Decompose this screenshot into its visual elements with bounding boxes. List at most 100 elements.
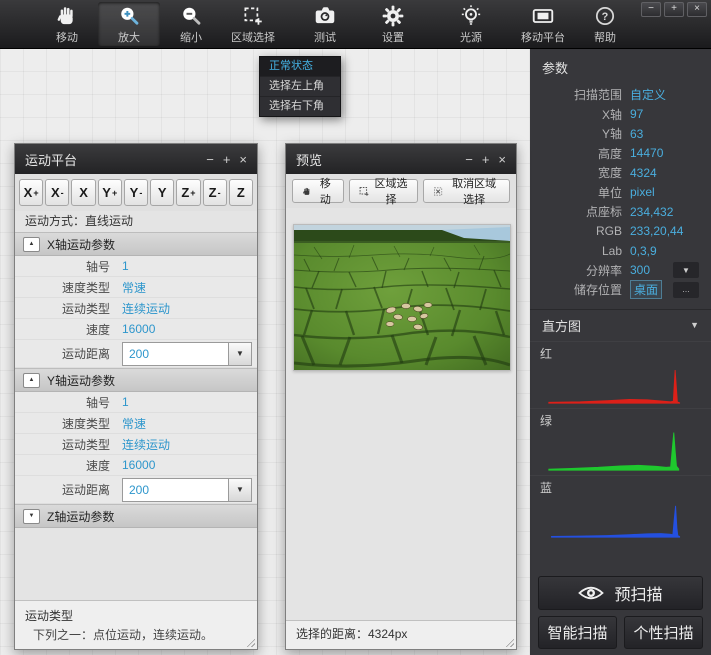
dropdown-arrow-icon[interactable]: ▼ — [673, 262, 699, 278]
param-value[interactable]: 连续运动 — [122, 300, 170, 317]
gear-icon — [381, 4, 405, 28]
camera-icon — [313, 4, 337, 28]
param-scan-range: 扫描范围自定义 — [530, 85, 711, 105]
smart-scan-button[interactable]: 智能扫描 — [538, 616, 617, 649]
param-y-axis: Y轴63 — [530, 124, 711, 144]
param-value: 14470 — [630, 146, 663, 160]
param-value: 4324 — [630, 166, 657, 180]
param-value[interactable]: 16000 — [122, 322, 155, 336]
section-title: Y轴运动参数 — [47, 372, 115, 389]
param-value: 97 — [630, 107, 643, 121]
param-rgb: RGB233,20,44 — [530, 222, 711, 242]
param-row: 轴号1 — [15, 392, 257, 413]
axis-button-y-minus[interactable]: Y- — [124, 179, 148, 206]
param-label: 高度 — [530, 145, 622, 162]
maximize-button[interactable]: + — [664, 2, 684, 17]
axis-button-y-plus[interactable]: Y+ — [98, 179, 122, 206]
minimize-button[interactable]: − — [206, 153, 214, 166]
toolbar-item-label: 光源 — [460, 29, 482, 45]
custom-scan-button[interactable]: 个性扫描 — [624, 616, 703, 649]
param-value[interactable]: 连续运动 — [122, 436, 170, 453]
param-value: pixel — [630, 185, 655, 199]
preview-cancel-region-select-button[interactable]: 取消区域选择 — [423, 179, 510, 203]
chevron-down-icon[interactable]: ▼ — [690, 320, 699, 330]
prescan-button[interactable]: 预扫描 — [538, 576, 703, 610]
param-value[interactable]: 常速 — [122, 415, 146, 432]
preview-panel-header[interactable]: 预览 −+× — [286, 144, 516, 174]
section-header-x-axis[interactable]: ▲ X轴运动参数 — [15, 232, 257, 256]
toolbar-item-help[interactable]: ?帮助 — [574, 2, 636, 46]
cancel-dark-icon — [433, 185, 443, 198]
axis-button-z-minus[interactable]: Z- — [203, 179, 227, 206]
toolbar-item-settings[interactable]: 设置 — [362, 2, 424, 46]
minimize-button[interactable]: − — [465, 153, 473, 166]
toolbar-item-moving-platform[interactable]: 移动平台 — [512, 2, 574, 46]
preview-move-button[interactable]: 移动 — [292, 179, 344, 203]
param-unit: 单位pixel — [530, 183, 711, 203]
motion-sections: ▲X轴运动参数轴号1速度类型常速运动类型连续运动速度16000运动距离200▼▲… — [15, 232, 257, 528]
histogram-red: 红 — [530, 341, 711, 408]
zoom-out-icon — [179, 4, 203, 28]
collapse-icon[interactable]: ▲ — [23, 237, 40, 252]
preview-region-select-button[interactable]: 区域选择 — [349, 179, 418, 203]
params-title: 参数 — [530, 48, 711, 81]
param-value[interactable]: 常速 — [122, 279, 146, 296]
param-value[interactable]: 16000 — [122, 458, 155, 472]
axis-button-y[interactable]: Y — [150, 179, 174, 206]
section-header-y-axis[interactable]: ▲ Y轴运动参数 — [15, 368, 257, 392]
main-toolbar: 移动放大缩小区域选择测试设置 光源 移动平台?帮助 — [0, 0, 711, 49]
toolbar-item-light-source[interactable]: 光源 — [440, 2, 502, 46]
hand-dark-icon — [302, 185, 312, 198]
axis-button-x[interactable]: X — [71, 179, 95, 206]
menu-item-normal-state[interactable]: 正常状态 — [260, 57, 340, 77]
toolbar-items: 移动放大缩小区域选择测试设置 光源 移动平台?帮助 — [0, 0, 711, 48]
param-save-location: 储存位置桌面… — [530, 280, 711, 300]
motion-panel-title: 运动平台 — [25, 150, 77, 169]
param-label: 点座标 — [530, 203, 622, 220]
toolbar-item-zoom-in[interactable]: 放大 — [98, 2, 160, 46]
axis-button-z-plus[interactable]: Z+ — [176, 179, 200, 206]
preview-image[interactable] — [293, 224, 511, 371]
axis-button-x-minus[interactable]: X- — [45, 179, 69, 206]
distance-combobox[interactable]: 200▼ — [122, 478, 252, 502]
param-value[interactable]: 1 — [122, 395, 129, 409]
param-value[interactable]: 1 — [122, 259, 129, 273]
section-header-z-axis[interactable]: ▼ Z轴运动参数 — [15, 504, 257, 528]
param-value[interactable]: 桌面 — [630, 280, 662, 299]
param-label: 运动距离 — [15, 345, 110, 362]
maximize-button[interactable]: + — [223, 153, 231, 166]
menu-item-select-bottom-right[interactable]: 选择右下角 — [260, 97, 340, 116]
close-button[interactable]: × — [498, 153, 506, 166]
expand-icon[interactable]: ▼ — [23, 509, 40, 524]
section-title: Z轴运动参数 — [47, 508, 114, 525]
combobox-arrow-icon[interactable]: ▼ — [228, 343, 251, 365]
param-label: 运动类型 — [15, 300, 110, 317]
maximize-button[interactable]: + — [482, 153, 490, 166]
axis-button-z[interactable]: Z — [229, 179, 253, 206]
minimize-button[interactable]: − — [641, 2, 661, 17]
close-button[interactable]: × — [687, 2, 707, 17]
menu-item-select-top-left[interactable]: 选择左上角 — [260, 77, 340, 97]
axis-button-x-plus[interactable]: X+ — [19, 179, 43, 206]
section-title: X轴运动参数 — [47, 236, 115, 253]
toolbar-item-zoom-out[interactable]: 缩小 — [160, 2, 222, 46]
param-height: 高度 14470 — [530, 144, 711, 164]
histogram-blue: 蓝 — [530, 475, 711, 542]
toolbar-item-test[interactable]: 测试 — [294, 2, 356, 46]
distance-combobox[interactable]: 200▼ — [122, 342, 252, 366]
param-label: 运动类型 — [15, 436, 110, 453]
button-label: 取消区域选择 — [448, 175, 500, 207]
params-rows: 扫描范围自定义X轴97Y轴63高度14470宽度4324单位pixel点座标23… — [530, 85, 711, 300]
close-button[interactable]: × — [239, 153, 247, 166]
param-row: 速度16000 — [15, 455, 257, 476]
param-row: 运动类型连续运动 — [15, 434, 257, 455]
motion-panel-header[interactable]: 运动平台 −+ × — [15, 144, 257, 174]
toolbar-item-region-select[interactable]: 区域选择 — [222, 2, 284, 46]
browse-ellipsis-button[interactable]: … — [673, 282, 699, 298]
param-value: 自定义 — [630, 86, 666, 103]
toolbar-item-label: 设置 — [382, 29, 404, 45]
combobox-value: 200 — [123, 483, 228, 497]
combobox-arrow-icon[interactable]: ▼ — [228, 479, 251, 501]
collapse-icon[interactable]: ▲ — [23, 373, 40, 388]
toolbar-item-move[interactable]: 移动 — [36, 2, 98, 46]
